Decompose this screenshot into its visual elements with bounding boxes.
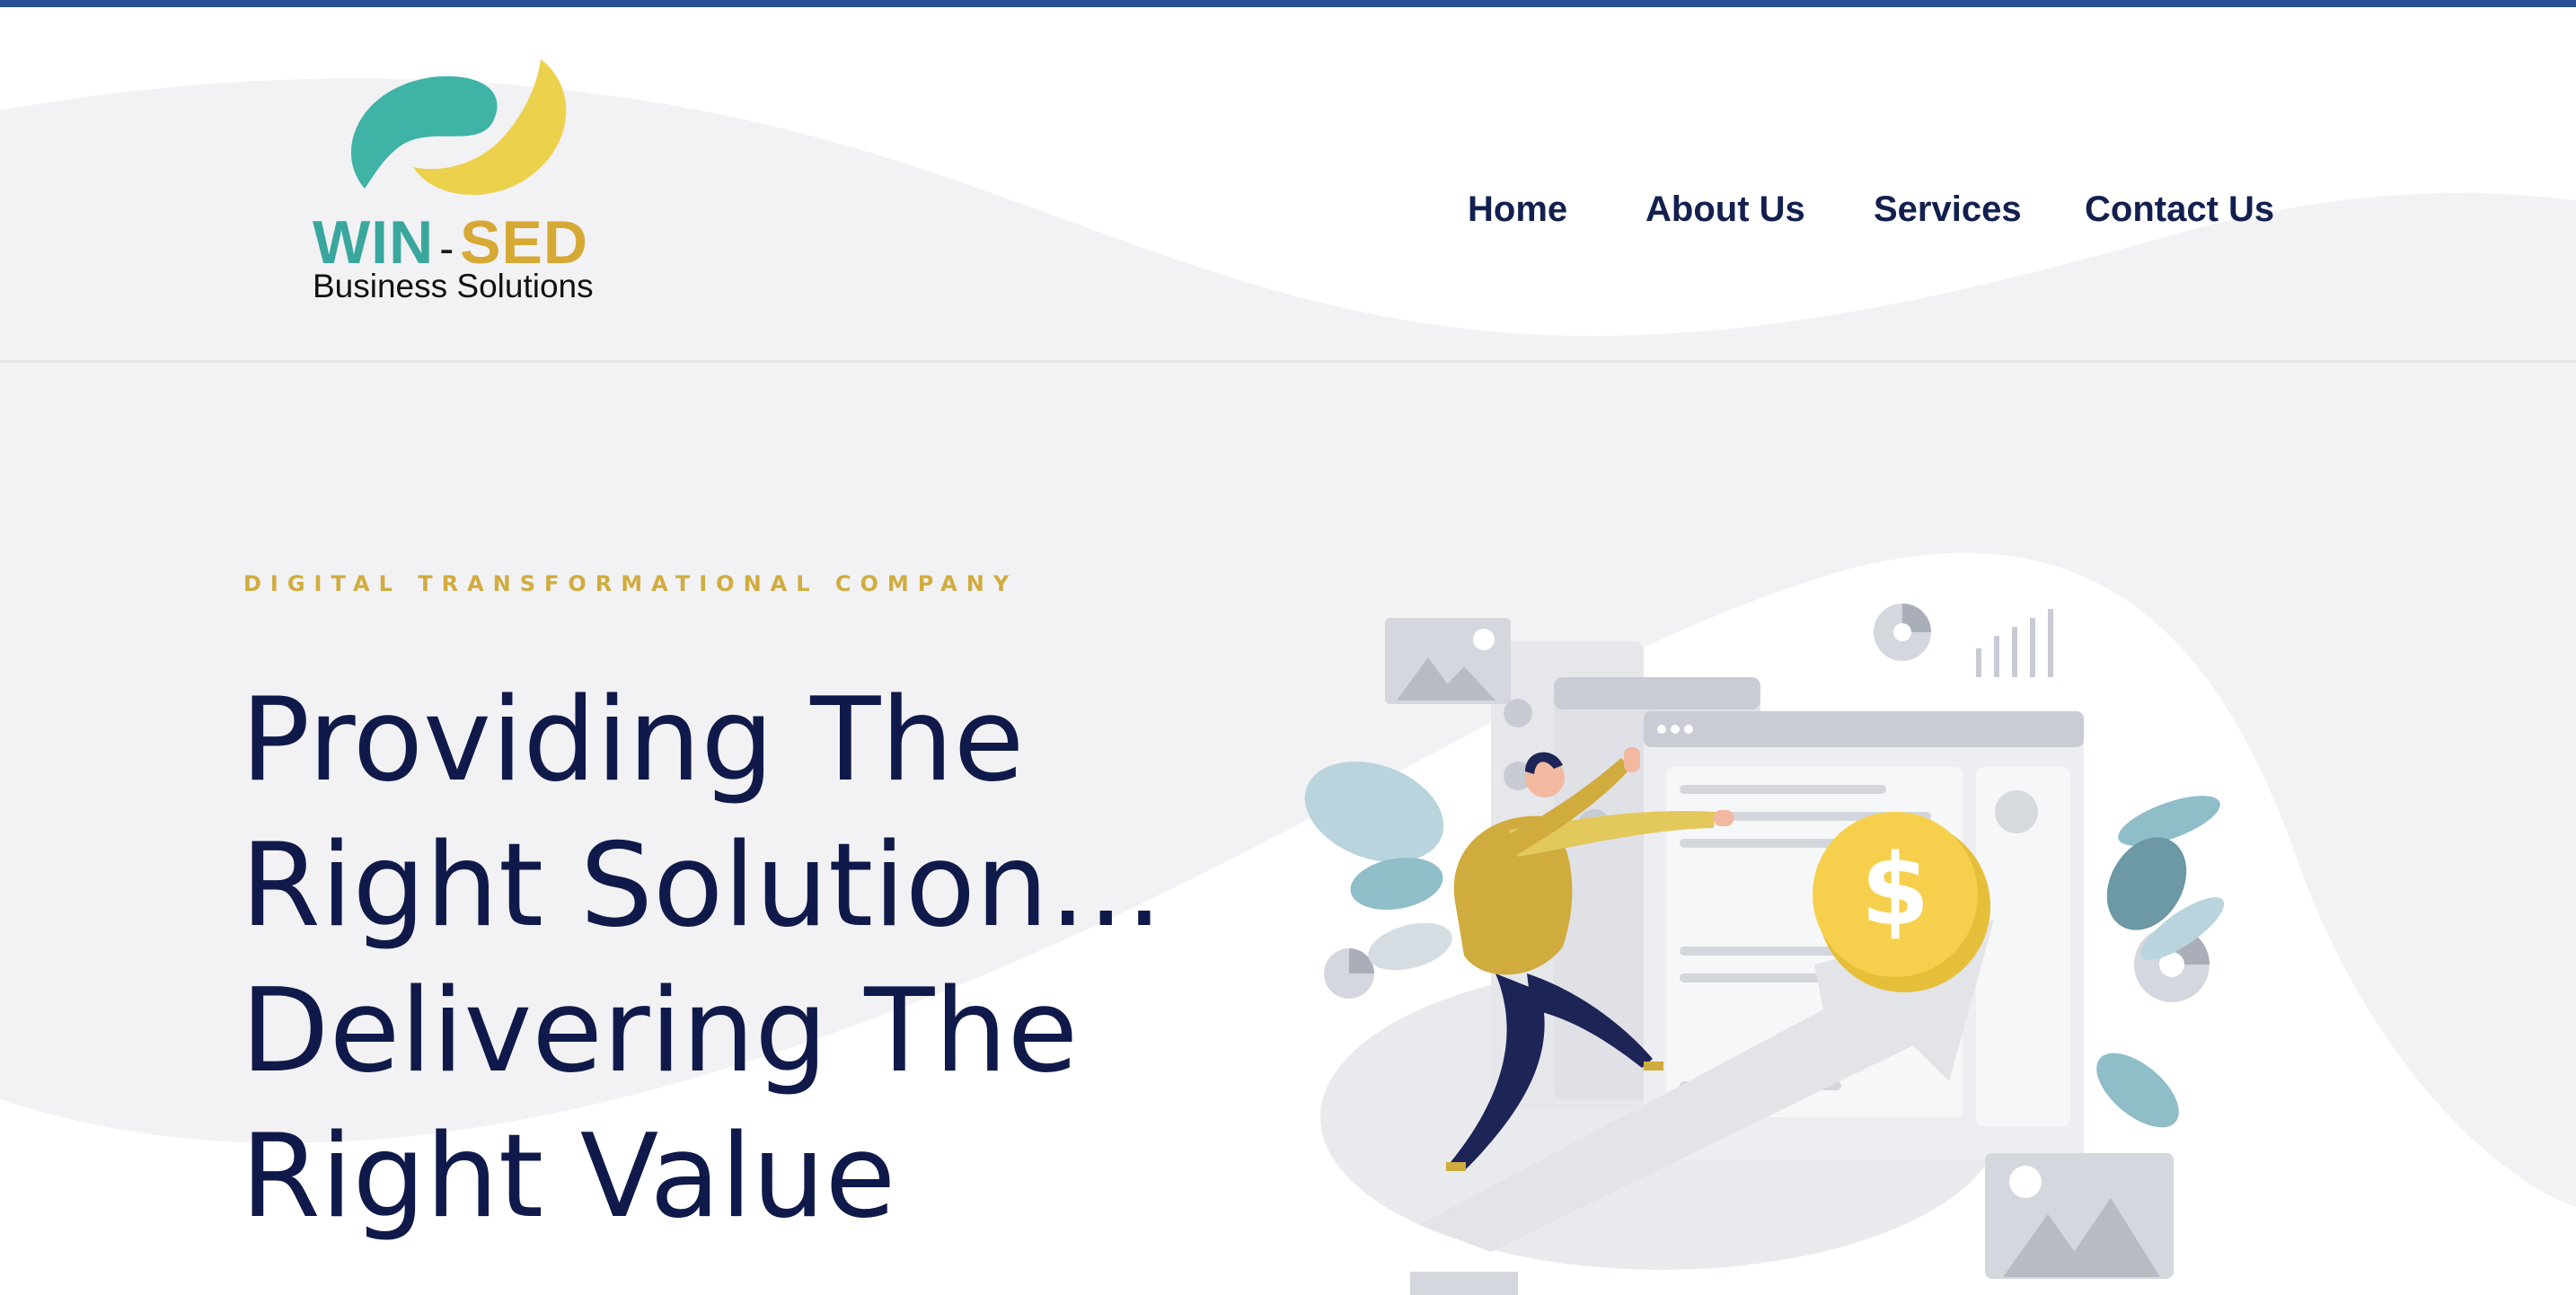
nav-item-about-us[interactable]: About Us <box>1645 191 1805 227</box>
nav-item-home[interactable]: Home <box>1468 191 1567 227</box>
hero-section: DIGITAL TRANSFORMATIONAL COMPANY Providi… <box>0 363 2576 1295</box>
nav-item-services[interactable]: Services <box>1874 191 2022 227</box>
site-header: WIN -SED Business Solutions Home About Us… <box>0 7 2576 361</box>
hero-headline: Providing The Right Solution… Delivering… <box>241 668 1319 1250</box>
logo-sed-text: SED <box>460 208 588 277</box>
plant-leaves-left <box>1304 761 1452 971</box>
hero-eyebrow: DIGITAL TRANSFORMATIONAL COMPANY <box>243 571 1019 596</box>
headline-line-1: Providing The <box>241 674 1025 807</box>
bar-chart-icon <box>1976 609 2053 677</box>
image-placeholder-icon <box>1385 618 1511 704</box>
logo-tagline: Business Solutions <box>313 268 594 304</box>
headline-line-3: Delivering The <box>241 965 1079 1098</box>
pie-chart-icon <box>1874 603 1931 661</box>
headline-line-2: Right Solution… <box>241 819 1164 953</box>
coin-symbol: $ <box>1861 832 1930 947</box>
plant-pot <box>1410 1272 1518 1295</box>
hero-illustration: $ <box>1304 603 2225 1295</box>
logo-wordmark: WIN -SED <box>313 212 588 273</box>
pie-chart-icon <box>1324 948 1374 999</box>
logo-win-text: WIN <box>313 208 435 277</box>
top-accent-bar <box>0 0 2576 7</box>
headline-line-4: Right Value <box>241 1110 896 1244</box>
logo-dash-text: - <box>439 225 455 273</box>
nav-item-contact-us[interactable]: Contact Us <box>2085 191 2274 227</box>
image-placeholder-icon <box>1985 1153 2174 1279</box>
site-logo[interactable]: WIN -SED Business Solutions <box>305 52 602 313</box>
logo-swirl-icon <box>350 59 567 196</box>
